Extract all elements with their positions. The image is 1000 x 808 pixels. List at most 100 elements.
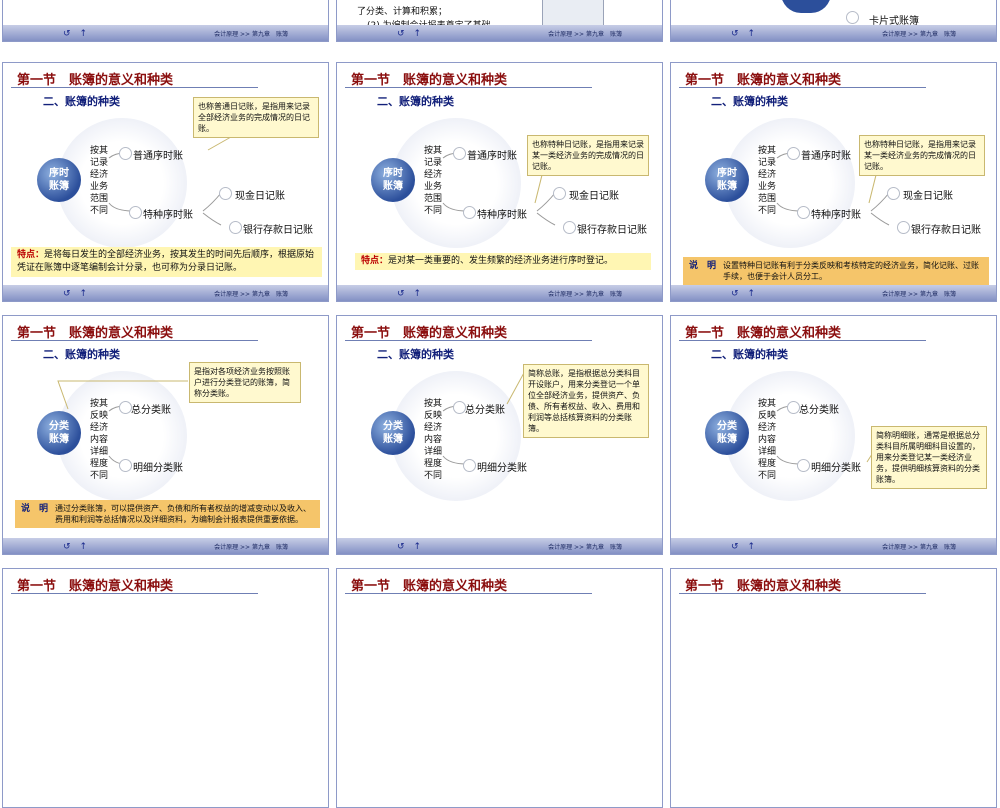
node-subsidiary-ledger: 明细分类账 bbox=[811, 463, 861, 474]
nav-icons[interactable]: ↺ ↑ bbox=[731, 539, 755, 552]
explanation-box: 说 明 设置特种日记账有利于分类反映和考核特定的经济业务，简化记账、过账手续，也… bbox=[683, 257, 989, 285]
feature-label: 特点： bbox=[361, 256, 389, 266]
slide-5: 第一节 账簿的意义和种类 二、账簿的种类 分类账簿 按其反映经济内容详细程度不同… bbox=[336, 315, 663, 555]
nav-icons[interactable]: ↺ ↑ bbox=[397, 286, 421, 299]
slide-footer: ↺ ↑ 会计原理 >> 第九章 账簿 bbox=[337, 538, 662, 554]
footer-text: 会计原理 >> 第九章 账簿 bbox=[548, 544, 622, 551]
explain-label: 说 明 bbox=[21, 504, 49, 514]
hub-sequential-books: 序时账簿 bbox=[371, 158, 415, 202]
footer-text: 会计原理 >> 第九章 账簿 bbox=[882, 544, 956, 551]
section-title: 第一节 账簿的意义和种类 bbox=[685, 579, 842, 594]
footer-text: 会计原理 >> 第九章 账簿 bbox=[548, 31, 622, 38]
nav-icons[interactable]: ↺ ↑ bbox=[731, 26, 755, 39]
node-subsidiary-ledger: 明细分类账 bbox=[477, 463, 527, 474]
slide-top-center: 了分类、计算和积累； (2) 为编制会计报表奠定了基础。 ↺ ↑ 会计原理 >>… bbox=[336, 0, 663, 42]
node-dot bbox=[219, 187, 232, 200]
node-dot bbox=[229, 221, 242, 234]
slide-top-left: ↺ ↑ 会计原理 >> 第九章 账簿 bbox=[2, 0, 329, 42]
classification-criterion: 按其反映经济内容详细程度不同 bbox=[89, 399, 108, 481]
node-dot bbox=[463, 459, 476, 472]
node-dot bbox=[787, 147, 800, 160]
slide-bottom-center: 第一节 账簿的意义和种类 bbox=[336, 568, 663, 808]
nav-icons[interactable]: ↺ ↑ bbox=[397, 26, 421, 39]
nav-icons[interactable]: ↺ ↑ bbox=[731, 286, 755, 299]
title-underline bbox=[345, 593, 592, 594]
slide-footer: ↺ ↑ 会计原理 >> 第九章 账簿 bbox=[671, 538, 996, 554]
definition-callout: 简称明细账，通常是根据总分类科目所属明细科目设置的，用来分类登记某一类经济业务，… bbox=[871, 426, 987, 489]
footer-text: 会计原理 >> 第九章 账簿 bbox=[214, 291, 288, 298]
node-special-journal: 特种序时账 bbox=[143, 210, 193, 221]
footer-text: 会计原理 >> 第九章 账簿 bbox=[214, 544, 288, 551]
node-dot bbox=[887, 187, 900, 200]
nav-icons[interactable]: ↺ ↑ bbox=[397, 539, 421, 552]
node-cash-journal: 现金日记账 bbox=[903, 191, 953, 202]
node-special-journal: 特种序时账 bbox=[477, 210, 527, 221]
definition-callout: 也称特种日记账，是指用来记录某一类经济业务的完成情况的日记账。 bbox=[527, 135, 649, 176]
definition-callout: 也称特种日记账，是指用来记录某一类经济业务的完成情况的日记账。 bbox=[859, 135, 985, 176]
node-subsidiary-ledger: 明细分类账 bbox=[133, 463, 183, 474]
nav-icons[interactable]: ↺ ↑ bbox=[63, 26, 87, 39]
title-underline bbox=[679, 593, 926, 594]
title-underline bbox=[11, 593, 258, 594]
hub-classified-books: 分类账簿 bbox=[705, 411, 749, 455]
classification-criterion: 按其反映经济内容详细程度不同 bbox=[423, 399, 442, 481]
feature-text: 是对某一类重要的、发生频繁的经济业务进行序时登记。 bbox=[388, 256, 614, 266]
node-dot bbox=[129, 206, 142, 219]
hub-circle bbox=[781, 0, 831, 13]
slide-footer: ↺ ↑ 会计原理 >> 第九章 账簿 bbox=[337, 285, 662, 301]
node-general-journal: 普通序时账 bbox=[467, 151, 517, 162]
footer-text: 会计原理 >> 第九章 账簿 bbox=[214, 31, 288, 38]
footer-text: 会计原理 >> 第九章 账簿 bbox=[548, 291, 622, 298]
footer-text: 会计原理 >> 第九章 账簿 bbox=[882, 31, 956, 38]
definition-callout: 也称普通日记账，是指用来记录全部经济业务的完成情况的日记账。 bbox=[193, 97, 319, 138]
hub-sequential-books: 序时账簿 bbox=[37, 158, 81, 202]
explanation-box: 说 明 通过分类账簿，可以提供资产、负债和所有者权益的增减变动以及收入、费用和利… bbox=[15, 500, 320, 528]
hub-sequential-books: 序时账簿 bbox=[705, 158, 749, 202]
classification-criterion: 按其反映经济内容详细程度不同 bbox=[757, 399, 776, 481]
node-bank-journal: 银行存款日记账 bbox=[577, 225, 647, 236]
node-bank-journal: 银行存款日记账 bbox=[243, 225, 313, 236]
feature-note: 特点：是将每日发生的全部经济业务，按其发生的时间先后顺序，根据原始凭证在账簿中逐… bbox=[11, 247, 322, 277]
explanation-text: 设置特种日记账有利于分类反映和考核特定的经济业务，简化记账、过账手续，也便于会计… bbox=[723, 261, 979, 281]
hub-classified-books: 分类账簿 bbox=[37, 411, 81, 455]
explanation-text: 通过分类账簿，可以提供资产、负债和所有者权益的增减变动以及收入、费用和利润等总括… bbox=[55, 504, 311, 524]
node-cash-journal: 现金日记账 bbox=[235, 191, 285, 202]
explain-label: 说 明 bbox=[689, 261, 717, 271]
node-dot bbox=[453, 147, 466, 160]
slide-top-right: 卡片式账簿 ↺ ↑ 会计原理 >> 第九章 账簿 bbox=[670, 0, 997, 42]
node-dot bbox=[463, 206, 476, 219]
node-dot bbox=[119, 459, 132, 472]
slide-2: 第一节 账簿的意义和种类 二、账簿的种类 序时账簿 按其记录经济业务范围不同 普… bbox=[336, 62, 663, 302]
feature-text: 是将每日发生的全部经济业务，按其发生的时间先后顺序，根据原始凭证在账簿中逐笔编制… bbox=[17, 250, 315, 273]
node-general-ledger: 总分类账 bbox=[465, 405, 505, 416]
classification-criterion: 按其记录经济业务范围不同 bbox=[757, 146, 776, 216]
hub-classified-books: 分类账簿 bbox=[371, 411, 415, 455]
slide-bottom-right: 第一节 账簿的意义和种类 bbox=[670, 568, 997, 808]
node-dot bbox=[846, 11, 859, 24]
slide-footer: ↺ ↑ 会计原理 >> 第九章 账簿 bbox=[3, 25, 328, 41]
feature-label: 特点： bbox=[17, 250, 45, 260]
node-dot bbox=[797, 206, 810, 219]
classification-criterion: 按其记录经济业务范围不同 bbox=[89, 146, 108, 216]
nav-icons[interactable]: ↺ ↑ bbox=[63, 286, 87, 299]
node-bank-journal: 银行存款日记账 bbox=[911, 225, 981, 236]
slide-footer: ↺ ↑ 会计原理 >> 第九章 账簿 bbox=[671, 285, 996, 301]
node-general-journal: 普通序时账 bbox=[133, 151, 183, 162]
section-title: 第一节 账簿的意义和种类 bbox=[351, 579, 508, 594]
node-dot bbox=[563, 221, 576, 234]
slide-3: 第一节 账簿的意义和种类 二、账簿的种类 序时账簿 按其记录经济业务范围不同 普… bbox=[670, 62, 997, 302]
node-dot bbox=[119, 147, 132, 160]
definition-callout: 是指对各项经济业务按照账户进行分类登记的账簿，简称分类账。 bbox=[189, 362, 301, 403]
slide-footer: ↺ ↑ 会计原理 >> 第九章 账簿 bbox=[337, 25, 662, 41]
footer-text: 会计原理 >> 第九章 账簿 bbox=[882, 291, 956, 298]
feature-note: 特点：是对某一类重要的、发生频繁的经济业务进行序时登记。 bbox=[355, 253, 651, 270]
nav-icons[interactable]: ↺ ↑ bbox=[63, 539, 87, 552]
slide-6: 第一节 账簿的意义和种类 二、账簿的种类 分类账簿 按其反映经济内容详细程度不同… bbox=[670, 315, 997, 555]
classification-criterion: 按其记录经济业务范围不同 bbox=[423, 146, 442, 216]
node-general-ledger: 总分类账 bbox=[799, 405, 839, 416]
slide-1: 第一节 账簿的意义和种类 二、账簿的种类 序时账簿 按其记录经济业务范围不同 普… bbox=[2, 62, 329, 302]
slide-footer: ↺ ↑ 会计原理 >> 第九章 账簿 bbox=[3, 285, 328, 301]
section-title: 第一节 账簿的意义和种类 bbox=[17, 579, 174, 594]
node-dot bbox=[797, 459, 810, 472]
slide-footer: ↺ ↑ 会计原理 >> 第九章 账簿 bbox=[671, 25, 996, 41]
